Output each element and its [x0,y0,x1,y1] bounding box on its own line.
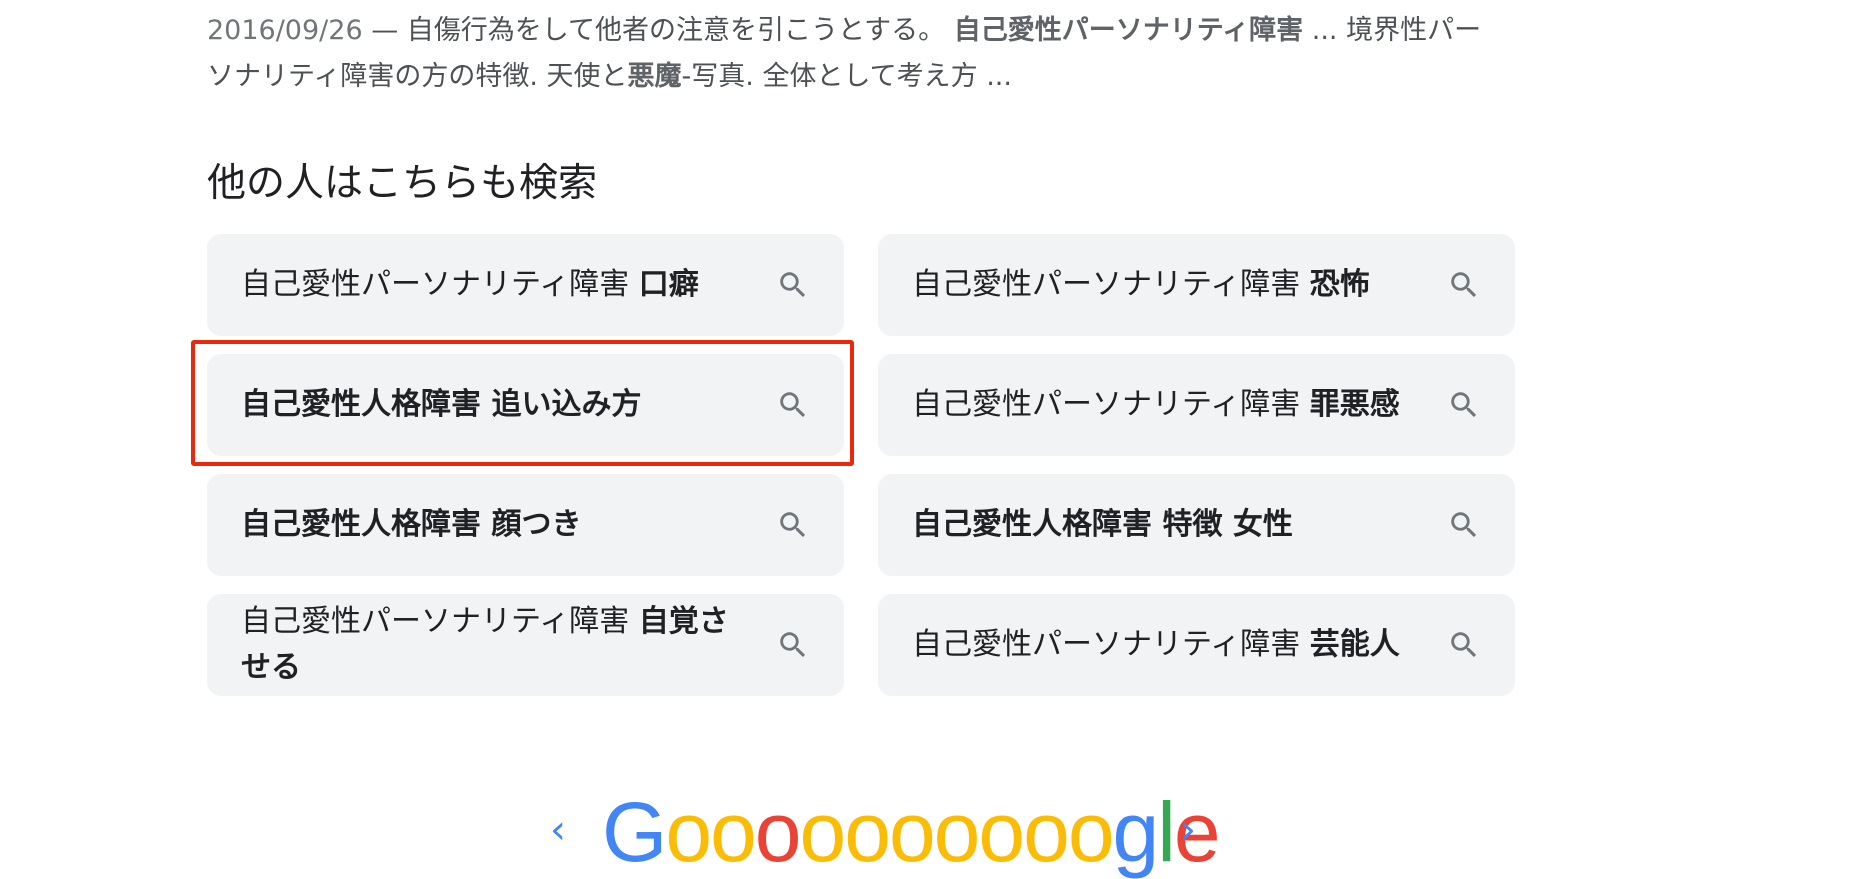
related-search-label: 自己愛性パーソナリティ障害 恐怖 [912,267,1370,302]
related-search-chip[interactable]: 自己愛性パーソナリティ障害 口癖 [207,234,844,336]
logo-letter: g [1112,785,1160,879]
search-icon [780,272,806,298]
logo-letter: o [1023,785,1070,879]
logo-letter: o [1067,785,1115,879]
logo-letter: o [799,785,847,879]
related-search-label: 自己愛性パーソナリティ障害 口癖 [241,267,699,302]
search-icon [1451,392,1477,418]
snippet-bold-term: 悪魔 [627,61,682,92]
related-search-label: 自己愛性パーソナリティ障害 芸能人 [912,627,1400,662]
related-search-chip[interactable]: 自己愛性パーソナリティ障害 芸能人 [878,594,1515,696]
search-icon [1451,632,1477,658]
snippet-text: ソナリティ障害の方の特徴. 天使と [207,61,628,92]
google-logo: Goooooooooogle [602,790,1221,874]
search-icon [780,512,806,538]
next-page-chevron-icon[interactable]: › [1180,810,1196,850]
snippet-bold-term: 自己愛性パーソナリティ障害 [953,15,1304,46]
logo-letter: o [665,785,712,879]
snippet-text: ... 境界性パー [1303,15,1482,46]
related-search-chip[interactable]: 自己愛性人格障害 特徴 女性 [878,474,1515,576]
related-search-chip[interactable]: 自己愛性パーソナリティ障害 恐怖 [878,234,1515,336]
logo-letter: l [1157,785,1176,879]
snippet-text: -写真. 全体として考え方 ... [681,61,1012,92]
search-icon [1451,512,1477,538]
logo-letter: o [933,785,981,879]
related-search-chip[interactable]: 自己愛性パーソナリティ障害 自覚させる [207,594,844,696]
related-search-chip[interactable]: 自己愛性パーソナリティ障害 罪悪感 [878,354,1515,456]
logo-letter: G [602,785,667,879]
logo-letter: o [844,785,891,879]
snippet-text: — 自傷行為をして他者の注意を引こうとする。 [362,15,954,46]
logo-letter: o [754,785,802,879]
related-search-label: 自己愛性パーソナリティ障害 罪悪感 [912,387,1400,422]
pagination: ‹ Goooooooooogle › [540,790,1240,874]
logo-letter: o [888,785,936,879]
related-searches-heading: 他の人はこちらも検索 [207,161,598,206]
related-search-label: 自己愛性パーソナリティ障害 自覚させる [241,604,729,685]
logo-letter: o [710,785,757,879]
related-search-label: 自己愛性人格障害 顔つき [241,507,582,542]
search-icon [1451,272,1477,298]
search-icon [780,632,806,658]
previous-page-chevron-icon[interactable]: ‹ [550,810,566,850]
related-search-label: 自己愛性人格障害 特徴 女性 [912,507,1293,542]
result-snippet: 2016/09/26 — 自傷行為をして他者の注意を引こうとする。 自己愛性パー… [207,8,1507,100]
logo-letter: o [978,785,1025,879]
annotation-highlight-box [191,340,854,466]
snippet-date: 2016/09/26 [207,15,363,46]
related-search-chip[interactable]: 自己愛性人格障害 顔つき [207,474,844,576]
